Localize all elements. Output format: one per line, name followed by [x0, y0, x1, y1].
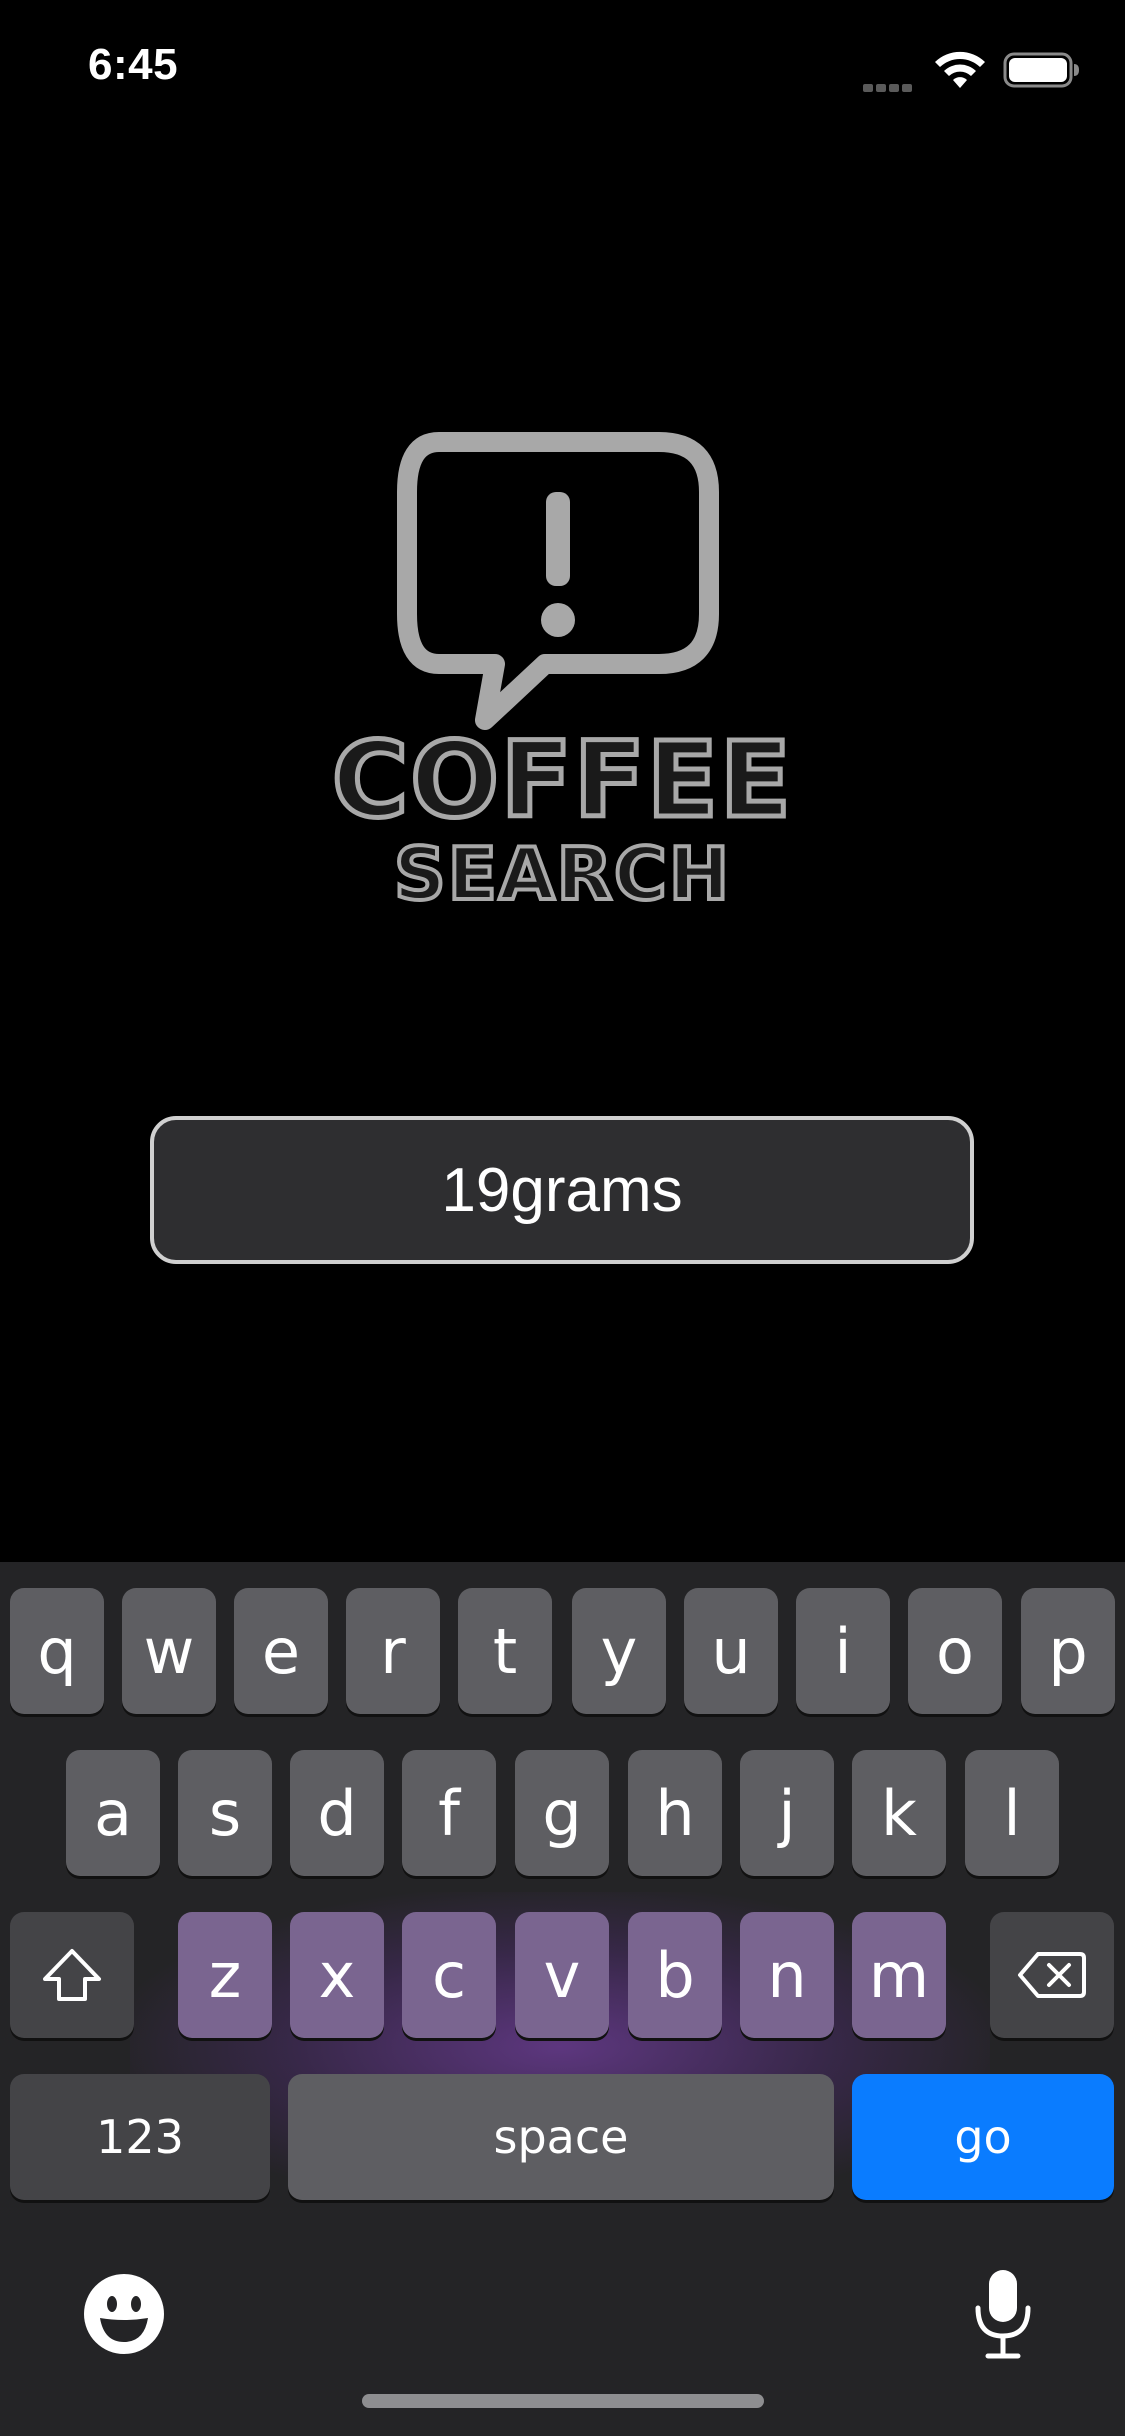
key-g[interactable]: g [515, 1750, 609, 1876]
key-h[interactable]: h [628, 1750, 722, 1876]
key-w[interactable]: w [122, 1588, 216, 1714]
key-l[interactable]: l [965, 1750, 1059, 1876]
logo-subtitle: SEARCH [392, 832, 732, 916]
wifi-icon [935, 51, 985, 88]
shift-key[interactable] [10, 1912, 134, 2038]
speech-bubble-exclamation-icon [397, 432, 719, 730]
key-t[interactable]: t [458, 1588, 552, 1714]
search-input[interactable]: 19grams [150, 1116, 974, 1264]
shift-icon [43, 1949, 101, 2001]
backspace-key[interactable] [990, 1912, 1114, 2038]
key-a[interactable]: a [66, 1750, 160, 1876]
signal-icon [863, 74, 919, 92]
numbers-key[interactable]: 123 [10, 2074, 270, 2200]
key-m[interactable]: m [852, 1912, 946, 2038]
key-u[interactable]: u [684, 1588, 778, 1714]
key-s[interactable]: s [178, 1750, 272, 1876]
key-y[interactable]: y [572, 1588, 666, 1714]
key-b[interactable]: b [628, 1912, 722, 2038]
backspace-icon [1018, 1952, 1086, 1998]
space-key[interactable]: space [288, 2074, 834, 2200]
key-x[interactable]: x [290, 1912, 384, 2038]
emoji-icon[interactable] [82, 2272, 166, 2356]
key-k[interactable]: k [852, 1750, 946, 1876]
key-n[interactable]: n [740, 1912, 834, 2038]
key-r[interactable]: r [346, 1588, 440, 1714]
key-j[interactable]: j [740, 1750, 834, 1876]
microphone-icon[interactable] [970, 2268, 1036, 2360]
logo-title: COFFEE [330, 719, 794, 841]
keyboard: q w e r t y u i o p a s d f g h j k l z … [0, 1562, 1125, 2436]
key-p[interactable]: p [1021, 1588, 1115, 1714]
status-time: 6:45 [88, 40, 179, 89]
battery-icon [1003, 52, 1079, 88]
key-q[interactable]: q [10, 1588, 104, 1714]
key-d[interactable]: d [290, 1750, 384, 1876]
key-e[interactable]: e [234, 1588, 328, 1714]
screen: 6:45 COFFEE SEARCH 19grams q w e r t y u… [0, 0, 1125, 2436]
key-z[interactable]: z [178, 1912, 272, 2038]
go-key[interactable]: go [852, 2074, 1114, 2200]
key-c[interactable]: c [402, 1912, 496, 2038]
home-indicator[interactable] [362, 2394, 764, 2408]
key-f[interactable]: f [402, 1750, 496, 1876]
key-o[interactable]: o [908, 1588, 1002, 1714]
app-logo: COFFEE SEARCH [0, 420, 1125, 940]
key-i[interactable]: i [796, 1588, 890, 1714]
key-v[interactable]: v [515, 1912, 609, 2038]
